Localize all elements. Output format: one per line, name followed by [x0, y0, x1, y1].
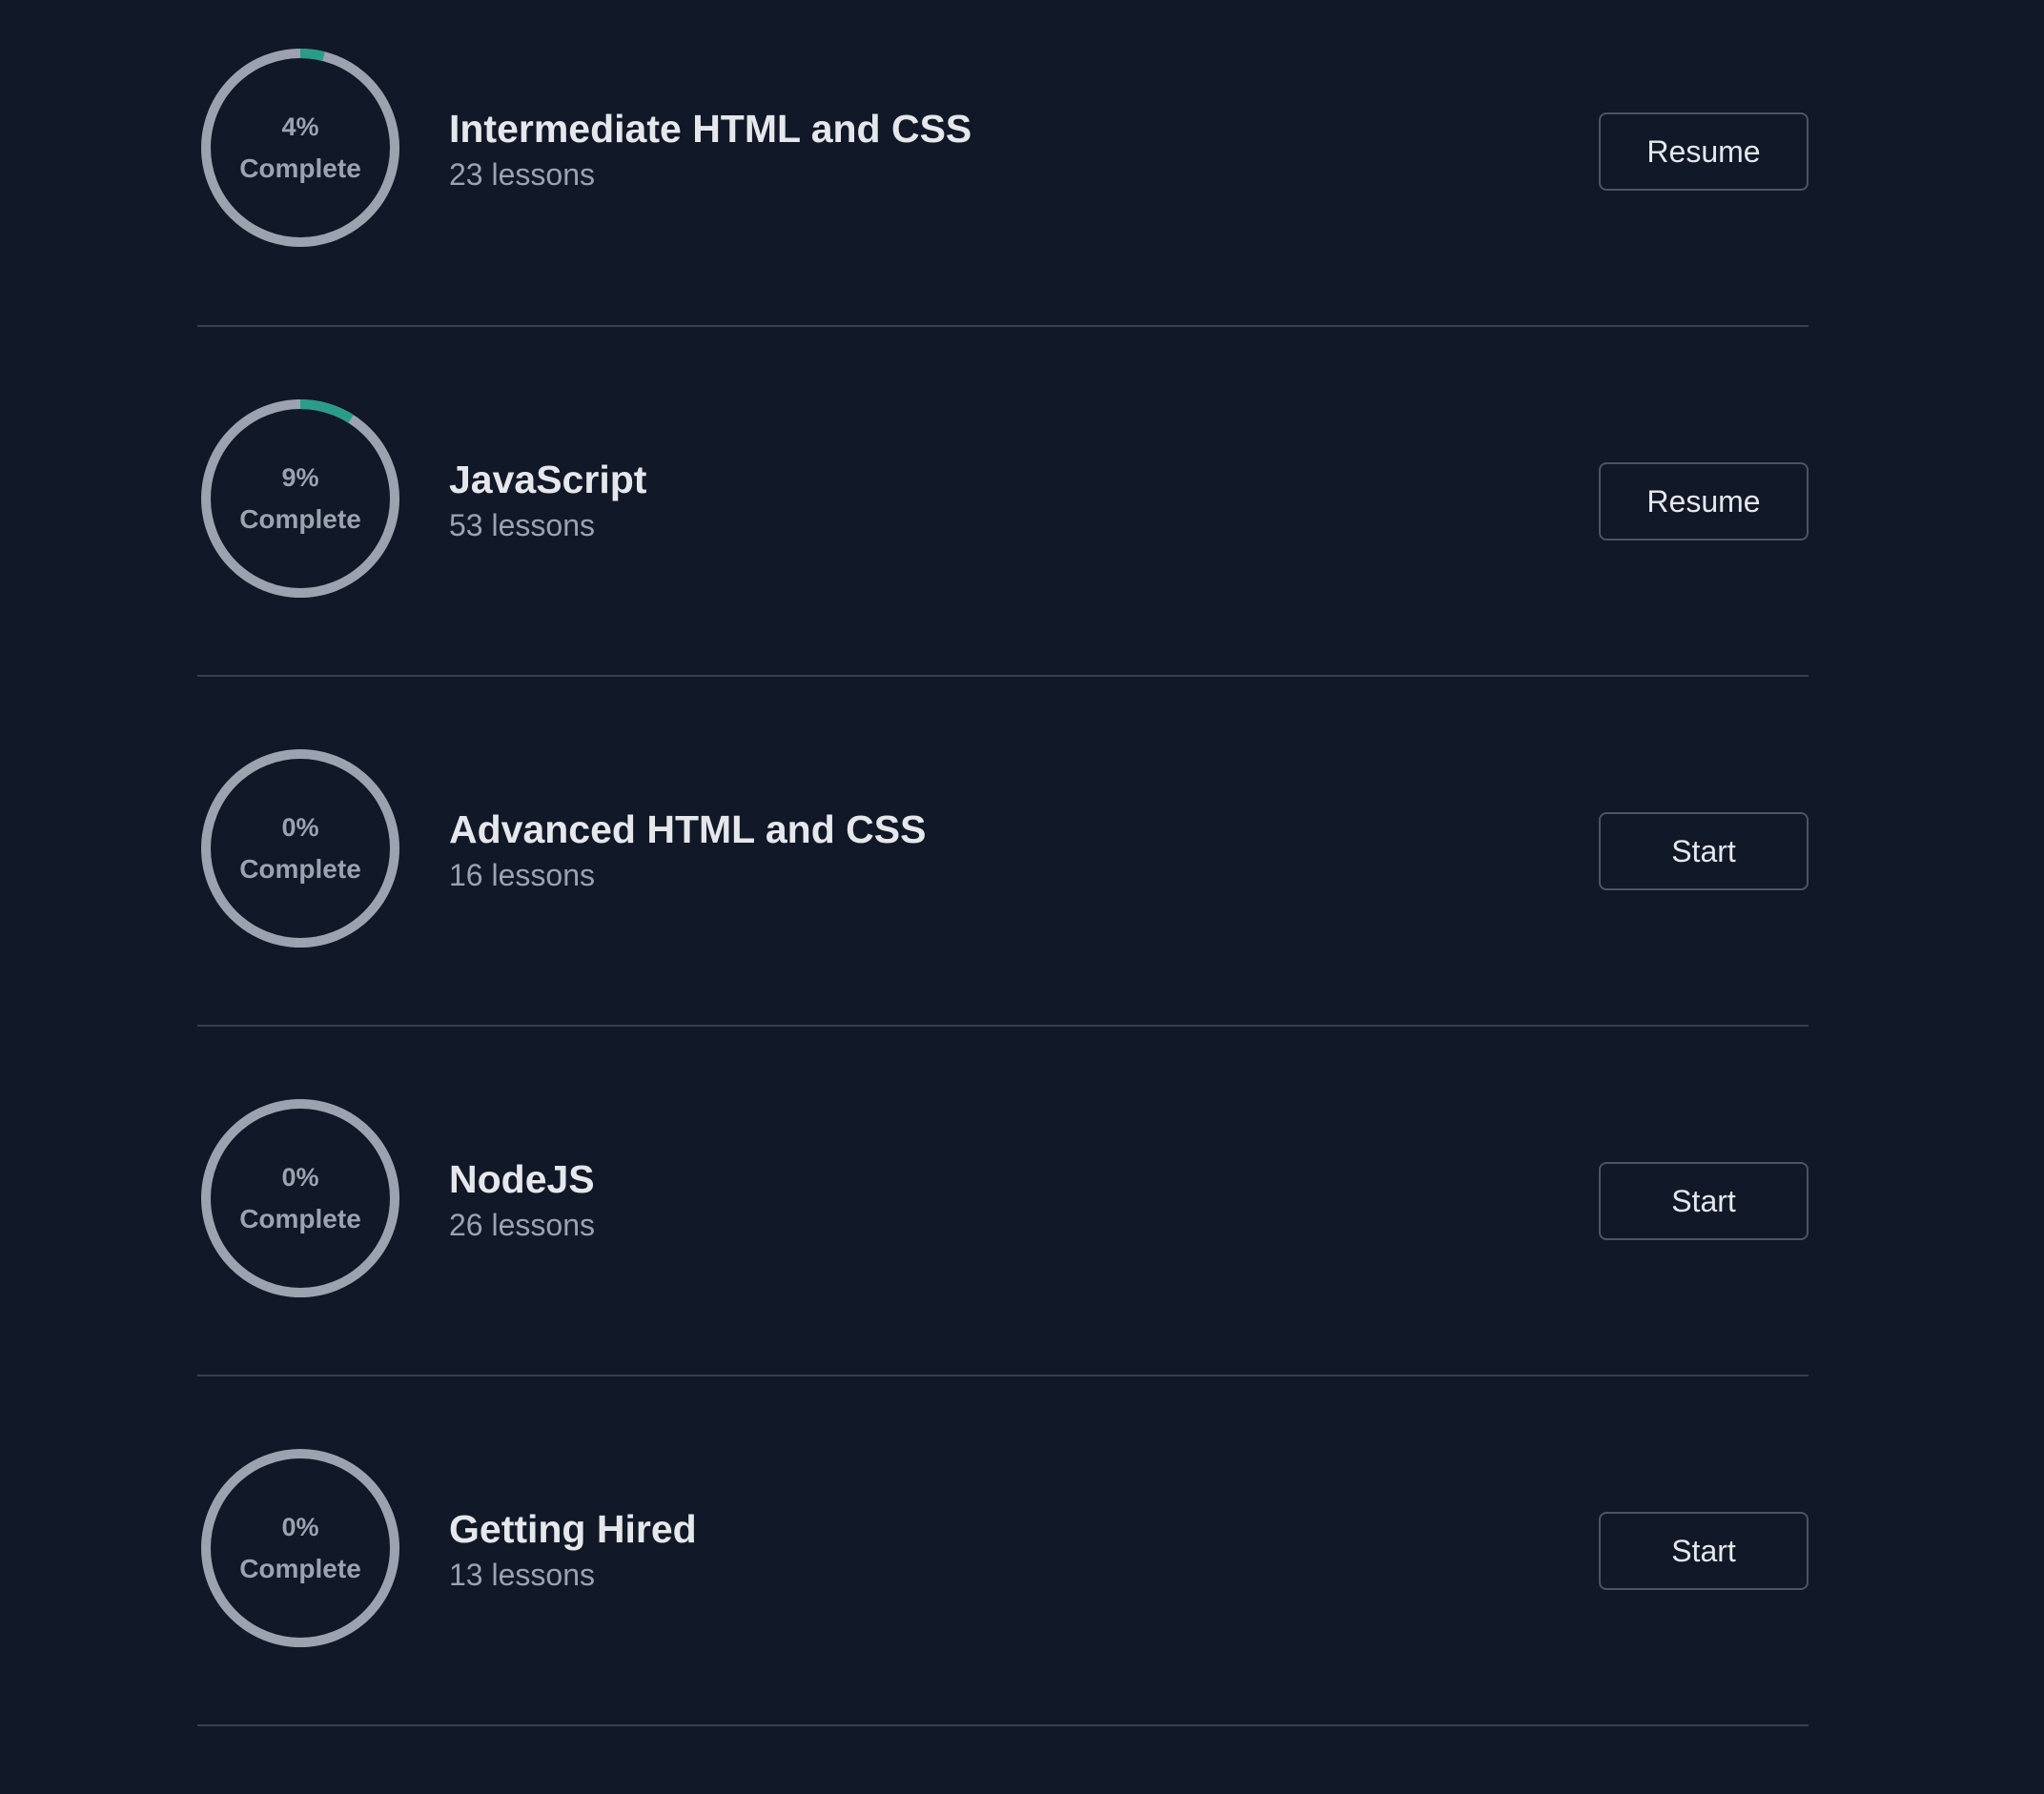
progress-complete-label: Complete [239, 854, 361, 884]
course-lesson-count: 13 lessons [449, 1558, 595, 1592]
progress-percent: 0% [281, 1163, 319, 1192]
course-title: NodeJS [449, 1157, 595, 1201]
resume-button[interactable]: Resume [1599, 462, 1809, 540]
progress-percent: 9% [281, 463, 319, 492]
course-lesson-count: 26 lessons [449, 1208, 595, 1242]
course-row: 9% Complete JavaScript 53 lessons Resume [197, 327, 1809, 677]
progress-complete-label: Complete [239, 1554, 361, 1583]
progress-ring: 9% Complete [200, 398, 400, 599]
course-info: NodeJS 26 lessons [449, 1153, 595, 1245]
resume-button[interactable]: Resume [1599, 112, 1809, 191]
course-title: JavaScript [449, 458, 647, 501]
progress-ring: 4% Complete [200, 48, 400, 248]
progress-complete-label: Complete [239, 1204, 361, 1233]
course-info: Advanced HTML and CSS 16 lessons [449, 804, 926, 895]
progress-ring-text: 4% Complete [200, 48, 400, 248]
course-row: 0% Complete NodeJS 26 lessons Start [197, 1027, 1809, 1376]
course-info: Intermediate HTML and CSS 23 lessons [449, 103, 971, 194]
course-row: 0% Complete Advanced HTML and CSS 16 les… [197, 677, 1809, 1027]
course-title: Intermediate HTML and CSS [449, 107, 972, 151]
progress-percent: 4% [281, 112, 319, 141]
progress-ring: 0% Complete [200, 1098, 400, 1298]
progress-complete-label: Complete [239, 504, 361, 534]
progress-ring-text: 0% Complete [200, 1098, 400, 1298]
progress-ring: 0% Complete [200, 748, 400, 948]
course-lesson-count: 23 lessons [449, 157, 595, 192]
course-lesson-count: 53 lessons [449, 508, 595, 542]
course-lesson-count: 16 lessons [449, 858, 595, 892]
course-info: Getting Hired 13 lessons [449, 1503, 697, 1595]
progress-complete-label: Complete [239, 153, 361, 183]
course-title: Advanced HTML and CSS [449, 807, 927, 851]
course-title: Getting Hired [449, 1507, 697, 1551]
progress-ring: 0% Complete [200, 1448, 400, 1648]
progress-ring-text: 9% Complete [200, 398, 400, 599]
course-info: JavaScript 53 lessons [449, 454, 646, 545]
start-button[interactable]: Start [1599, 1162, 1809, 1240]
progress-ring-text: 0% Complete [200, 1448, 400, 1648]
start-button[interactable]: Start [1599, 1512, 1809, 1590]
progress-percent: 0% [281, 1513, 319, 1541]
start-button[interactable]: Start [1599, 812, 1809, 890]
course-list: 4% Complete Intermediate HTML and CSS 23… [197, 0, 1809, 1726]
progress-ring-text: 0% Complete [200, 748, 400, 948]
progress-percent: 0% [281, 813, 319, 842]
course-row: 0% Complete Getting Hired 13 lessons Sta… [197, 1376, 1809, 1726]
course-row: 4% Complete Intermediate HTML and CSS 23… [197, 0, 1809, 327]
